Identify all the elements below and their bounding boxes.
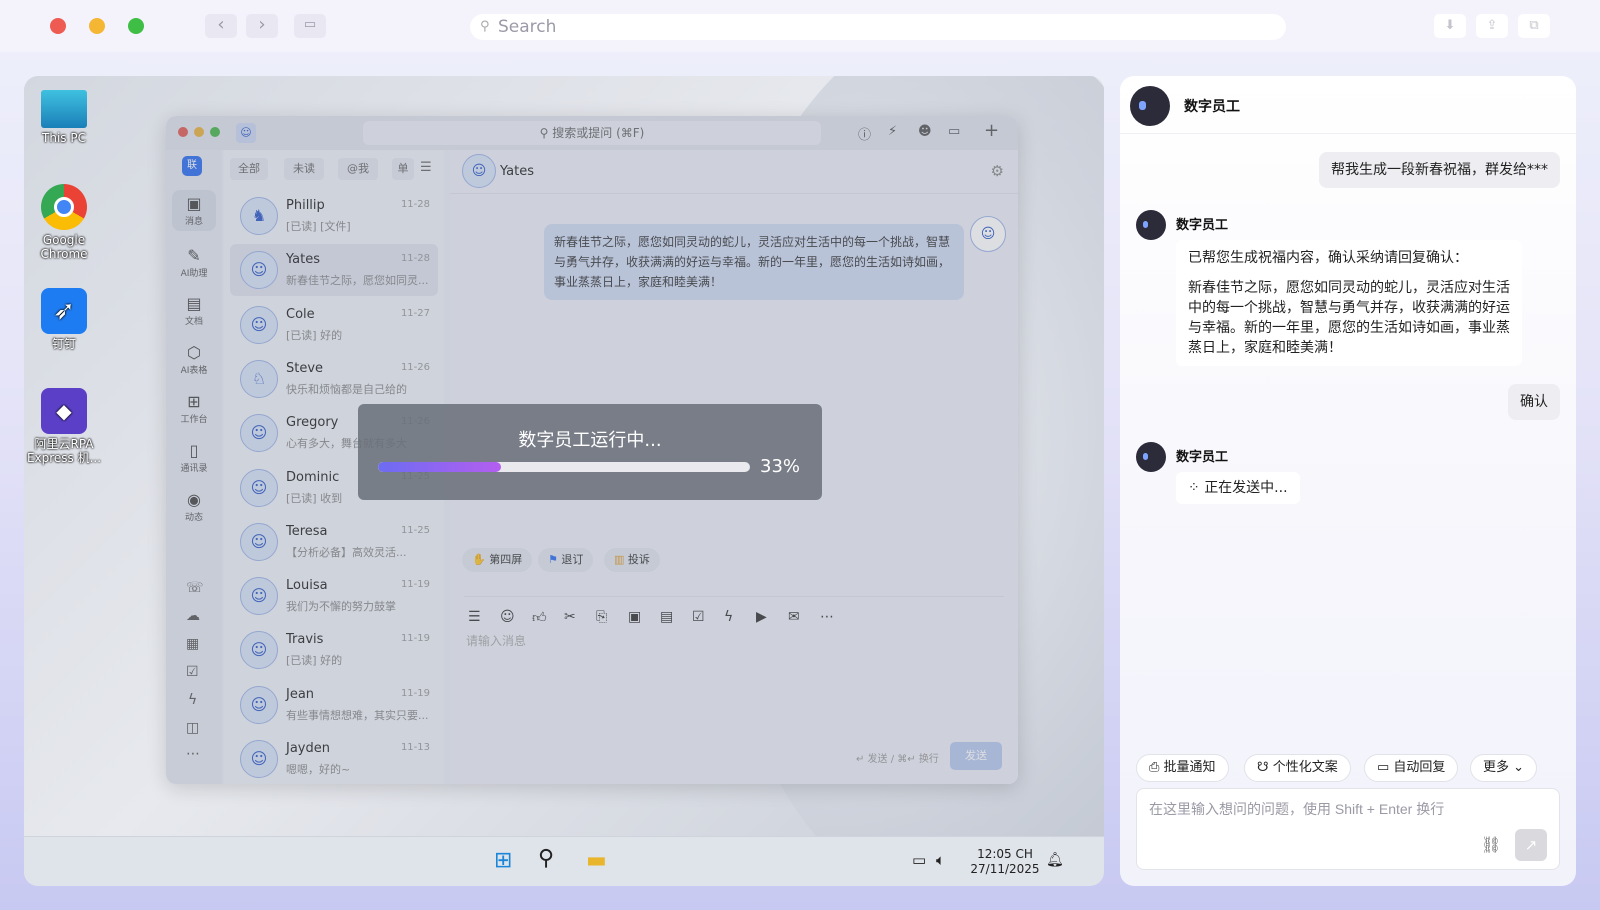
chat-icon: ▭	[1377, 760, 1394, 775]
search-placeholder: Search	[498, 17, 557, 37]
progress-percent: 33%	[760, 456, 801, 477]
taskbar: ⊞ ⚲ ▬ ▭ 🔈︎ 12:05 CH 27/11/2025 🔔︎	[24, 836, 1104, 886]
chip-more[interactable]: 更多 ⌄	[1470, 754, 1538, 782]
browser-search-input[interactable]: ⚲ Search	[470, 14, 1286, 40]
chip-label: 批量通知	[1163, 760, 1216, 775]
user-message: 帮我生成一段新春祝福，群发给***	[1319, 152, 1560, 188]
sending-text: 正在发送中...	[1204, 480, 1288, 496]
send-arrow-button[interactable]: ↗	[1515, 829, 1547, 861]
bot-name: 数字员工	[1176, 450, 1229, 465]
download-icon[interactable]: ⬇	[1434, 14, 1466, 38]
clock[interactable]: 12:05 CH 27/11/2025	[970, 847, 1040, 877]
bot-name: 数字员工	[1176, 218, 1229, 233]
assistant-title: 数字员工	[1184, 99, 1240, 115]
search-icon: ⚲	[480, 19, 490, 34]
remote-desktop: This PC Google Chrome ➶ 钉钉 ◆ 阿里云RPA Expr…	[24, 76, 1104, 886]
sidebar-icon[interactable]: ▭	[294, 14, 326, 38]
progress-track	[378, 462, 750, 472]
clock-time: 12:05 CH	[977, 847, 1033, 861]
tabs-icon[interactable]: ⧉	[1518, 14, 1550, 38]
chrome-icon	[41, 184, 87, 230]
share-icon[interactable]: ⇪	[1476, 14, 1508, 38]
attach-link-icon[interactable]: ⛓	[1481, 835, 1501, 854]
chip-batch-notify[interactable]: ⎙ 批量通知	[1136, 754, 1229, 782]
close-window-button[interactable]	[50, 18, 66, 34]
network-icon[interactable]: ▭	[912, 853, 926, 868]
desktop-icon-label: 钉钉	[51, 337, 76, 351]
sending-status: ⁘ 正在发送中...	[1176, 472, 1300, 504]
forward-icon[interactable]: ›	[246, 14, 278, 38]
chip-personalized-copy[interactable]: ☋ 个性化文案	[1244, 754, 1351, 782]
monitor-icon	[41, 90, 87, 128]
desktop-icon-rpa[interactable]: ◆ 阿里云RPA Express 机...	[24, 388, 104, 465]
user-confirm-message: 确认	[1508, 384, 1560, 420]
clock-date: 27/11/2025	[970, 862, 1040, 876]
chip-auto-reply[interactable]: ▭ 自动回复	[1364, 754, 1459, 782]
assistant-input[interactable]	[1149, 801, 1539, 817]
chip-label: 自动回复	[1393, 760, 1446, 775]
chevron-down-icon: ⌄	[1509, 760, 1525, 775]
loading-spinner-icon: ⁘	[1188, 480, 1205, 496]
bot-reply: 已帮您生成祝福内容，确认采纳请回复确认： 新春佳节之际，愿您如同灵动的蛇儿，灵活…	[1176, 240, 1522, 366]
bot-reply-body: 新春佳节之际，愿您如同灵动的蛇儿，灵活应对生活中的每一个挑战，智慧与勇气并存，收…	[1188, 280, 1510, 356]
browser-toolbar: ‹ › ▭ ⚲ Search ⬇ ⇪ ⧉	[0, 0, 1600, 52]
notification-icon[interactable]: 🔔︎	[1046, 853, 1064, 868]
dingtalk-icon: ➶	[41, 288, 87, 334]
palette-icon: ☋	[1257, 760, 1273, 775]
assistant-panel: 数字员工 帮我生成一段新春祝福，群发给*** 数字员工 已帮您生成祝福内容，确认…	[1120, 76, 1576, 886]
rpa-icon: ◆	[41, 388, 87, 434]
volume-icon[interactable]: 🔈︎	[936, 853, 945, 868]
chip-label: 更多	[1483, 760, 1510, 775]
notify-icon: ⎙	[1149, 760, 1164, 775]
desktop-icon-label: This PC	[42, 131, 86, 145]
robot-icon	[1136, 442, 1166, 472]
robot-icon	[1136, 210, 1166, 240]
desktop-icon-label: Google Chrome	[40, 233, 88, 261]
robot-icon	[1130, 86, 1170, 126]
progress-fill	[378, 462, 501, 472]
chip-label: 个性化文案	[1272, 760, 1338, 775]
desktop-icon-this-pc[interactable]: This PC	[24, 86, 104, 145]
assistant-input-box: ⛓ ↗	[1136, 788, 1560, 870]
assistant-header: 数字员工	[1120, 76, 1576, 134]
maximize-window-button[interactable]	[128, 18, 144, 34]
desktop-icon-chrome[interactable]: Google Chrome	[24, 184, 104, 261]
file-explorer-icon[interactable]: ▬	[586, 848, 607, 873]
progress-title: 数字员工运行中...	[518, 430, 662, 451]
desktop-icon-label: 阿里云RPA Express 机...	[26, 437, 102, 465]
windows-start-icon[interactable]: ⊞	[494, 848, 512, 873]
progress-dialog: 数字员工运行中... 33%	[358, 404, 822, 500]
minimize-window-button[interactable]	[89, 18, 105, 34]
search-icon[interactable]: ⚲	[538, 846, 554, 871]
desktop-icon-dingtalk[interactable]: ➶ 钉钉	[24, 288, 104, 351]
back-icon[interactable]: ‹	[205, 14, 237, 38]
bot-reply-intro: 已帮您生成祝福内容，确认采纳请回复确认：	[1188, 250, 1468, 266]
